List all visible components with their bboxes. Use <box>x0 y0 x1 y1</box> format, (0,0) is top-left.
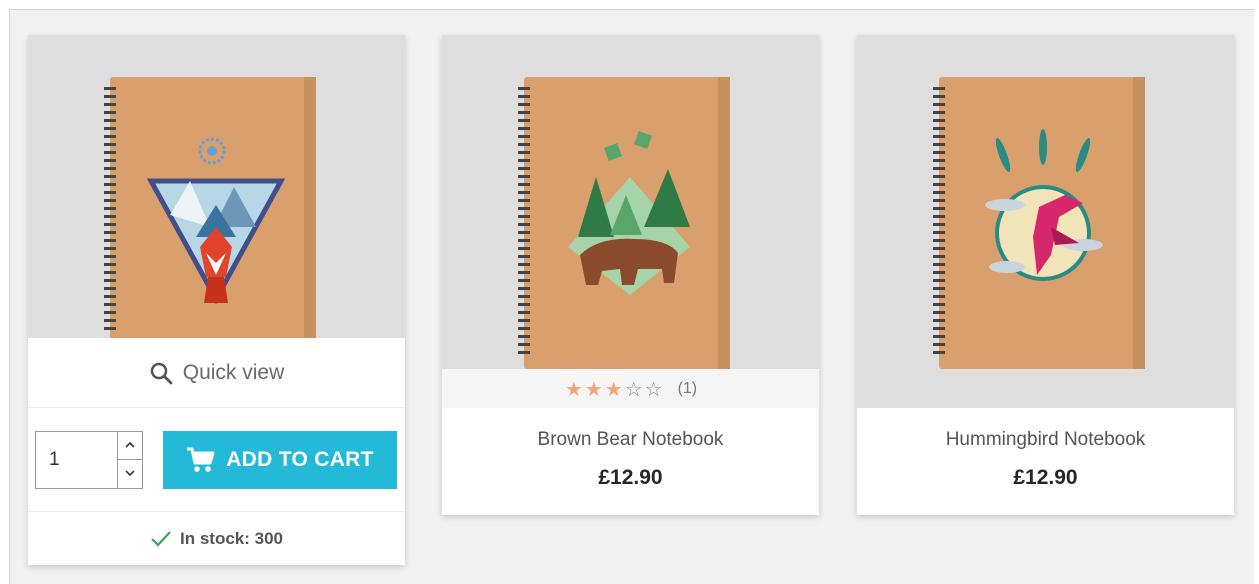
star-icon: ☆ <box>644 376 663 401</box>
product-card-brown-bear[interactable]: ★ ★ ★ ☆ ☆ (1) Brown Bear Notebook £12.90 <box>442 35 819 515</box>
stock-label: In stock: 300 <box>180 528 283 548</box>
quantity-decrement-button[interactable] <box>118 460 142 488</box>
product-card-hummingbird[interactable]: Hummingbird Notebook £12.90 <box>857 35 1234 515</box>
add-to-cart-button[interactable]: ADD TO CART <box>163 431 397 489</box>
product-thumbnail[interactable] <box>857 35 1234 408</box>
quick-view-button[interactable]: Quick view <box>28 338 405 411</box>
checkmark-icon <box>151 530 171 547</box>
quick-view-label: Quick view <box>182 360 285 384</box>
cart-icon <box>187 447 215 472</box>
rating-bar: ★ ★ ★ ☆ ☆ (1) <box>442 369 819 408</box>
star-icon: ★ <box>584 376 603 401</box>
add-to-cart-form: ADD TO CART <box>28 408 405 511</box>
product-price: £12.90 <box>1013 466 1078 489</box>
product-info: Hummingbird Notebook £12.90 <box>857 408 1234 515</box>
add-to-cart-label: ADD TO CART <box>226 448 374 471</box>
notebook-fox-image <box>104 77 316 369</box>
quantity-increment-button[interactable] <box>118 432 142 460</box>
star-icon: ★ <box>604 376 623 401</box>
stock-status: In stock: 300 <box>28 511 405 565</box>
star-icon: ☆ <box>624 376 643 401</box>
chevron-up-icon <box>125 441 135 448</box>
chevron-down-icon <box>125 470 135 477</box>
product-card-mountain-fox[interactable]: Quick view ADD TO CART <box>28 35 405 565</box>
quantity-stepper <box>35 431 143 489</box>
notebook-hummingbird-image <box>933 77 1145 369</box>
product-thumbnail[interactable]: ★ ★ ★ ☆ ☆ (1) <box>442 35 819 408</box>
product-price: £12.90 <box>598 466 663 489</box>
product-info: Brown Bear Notebook £12.90 <box>442 408 819 515</box>
search-icon <box>150 362 173 384</box>
notebook-bear-image <box>518 77 730 369</box>
star-icon: ★ <box>564 376 583 401</box>
product-title[interactable]: Hummingbird Notebook <box>857 429 1234 451</box>
rating-count: (1) <box>677 379 698 397</box>
quantity-input[interactable] <box>36 432 118 488</box>
product-title[interactable]: Brown Bear Notebook <box>442 429 819 451</box>
quantity-buttons <box>117 432 142 488</box>
